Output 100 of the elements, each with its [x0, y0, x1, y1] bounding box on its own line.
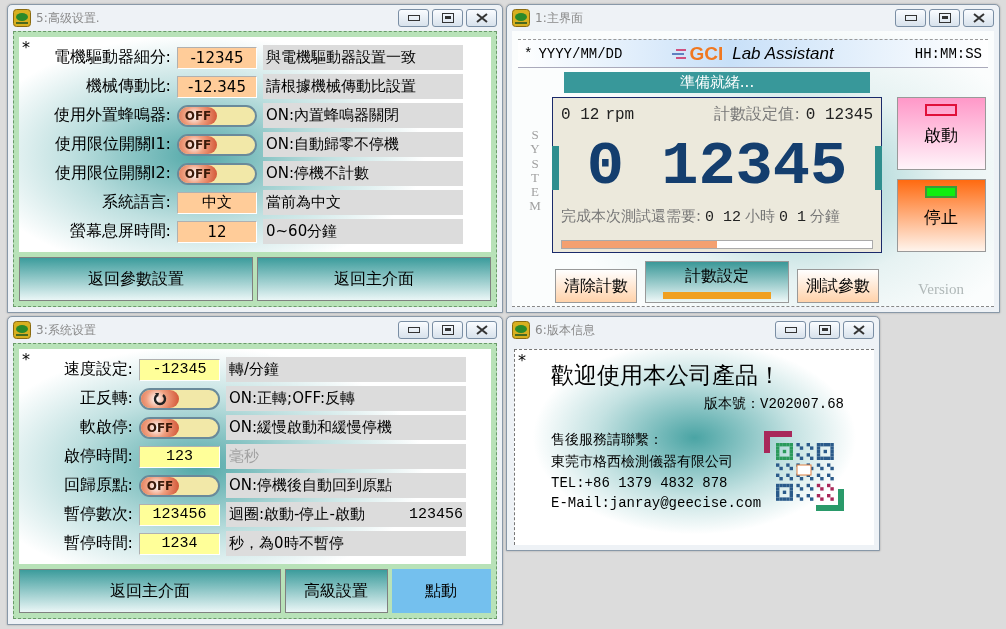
minimize-button[interactable]	[895, 9, 926, 27]
maximize-icon	[818, 325, 831, 335]
version-text: 版本號：V202007.68	[704, 395, 844, 413]
close-button[interactable]	[466, 321, 497, 339]
note-text: 毫秒	[226, 444, 466, 469]
date-text: YYYY/MM/DD	[538, 45, 623, 62]
count-setting-label: 計數設定值:	[714, 104, 800, 125]
minimize-button[interactable]	[775, 321, 806, 339]
rotate-icon	[153, 391, 167, 406]
input-field[interactable]: 中文	[177, 191, 257, 214]
speed-unit: rpm	[605, 106, 635, 124]
note-text: 請根據機械傳動比設置	[263, 74, 463, 99]
note-text: ON:緩慢啟動和緩慢停機	[226, 415, 466, 440]
note-text: ON:正轉;OFF:反轉	[226, 386, 466, 411]
field-label: 電機驅動器細分:	[52, 47, 171, 68]
window-title: 6:版本信息	[535, 321, 595, 339]
count-text: 123456	[409, 506, 463, 523]
field-label: 暫停數次:	[62, 504, 133, 525]
note-text: 轉/分鐘	[226, 357, 466, 382]
field-label: 軟啟停:	[78, 417, 133, 438]
toggle-switch[interactable]	[139, 387, 220, 410]
field-label: 正反轉:	[78, 388, 133, 409]
maximize-button[interactable]	[432, 9, 463, 27]
nav-button[interactable]: 返回主介面	[19, 569, 281, 613]
field-label: 使用限位開關I1:	[53, 134, 171, 155]
minimize-icon	[407, 327, 420, 333]
minutes-value: 0 1	[779, 209, 807, 226]
note-text: ON:內置蜂鳴器關閉	[263, 103, 463, 128]
field-label: 使用外置蜂鳴器:	[52, 105, 171, 126]
close-icon	[972, 13, 985, 23]
field-label: 啟停時間:	[62, 446, 133, 467]
note-text: 當前為中文	[263, 190, 463, 215]
field-label: 螢幕息屏時間:	[68, 221, 171, 242]
toggle-switch[interactable]: OFF	[177, 162, 257, 185]
note-text: ON:自動歸零不停機	[263, 132, 463, 157]
nav-button[interactable]: 返回參數設置	[19, 257, 253, 301]
count-setting-value: 0 12345	[805, 106, 873, 124]
close-icon	[475, 13, 488, 23]
input-field[interactable]: -12345	[177, 46, 257, 69]
count-button[interactable]: 清除計數	[555, 269, 637, 303]
contact-label: 售後服務請聯繫：	[551, 431, 664, 449]
time-text: HH:MM:SS	[914, 45, 982, 62]
note-text: 迴圈:啟動-停止-啟動	[229, 505, 365, 524]
input-field[interactable]: -12345	[139, 358, 220, 381]
note-text: ON:停機後自動回到原點	[226, 473, 466, 498]
count-button[interactable]: 計數設定	[645, 261, 789, 303]
speed-value: 0 12	[561, 106, 600, 124]
status-bar: 準備就緒...	[564, 72, 870, 93]
input-field[interactable]: -12.345	[177, 75, 257, 98]
field-label: 機械傳動比:	[84, 76, 171, 97]
stop-button[interactable]: 停止	[896, 179, 986, 252]
note-text: 秒，為0時不暫停	[226, 531, 466, 556]
window-title: 3:系统设置	[36, 321, 96, 339]
marker-text: *	[22, 38, 30, 57]
start-button[interactable]: 啟動	[896, 97, 986, 170]
welcome-text: 歡迎使用本公司產品！	[551, 361, 782, 390]
hours-unit: 小時	[745, 207, 776, 226]
field-label: 速度設定:	[62, 359, 133, 380]
field-label: 回歸原點:	[62, 475, 133, 496]
input-field[interactable]: 123	[139, 445, 220, 468]
nav-button[interactable]: 點動	[391, 569, 491, 613]
window-title: 5:高级设置.	[36, 9, 100, 27]
phone-text: TEL:+86 1379 4832 878	[551, 475, 729, 491]
marker-text: *	[518, 351, 526, 370]
field-label: 系統語言:	[100, 192, 171, 213]
close-icon	[852, 325, 865, 335]
marker-text: *	[524, 45, 533, 62]
close-button[interactable]	[843, 321, 874, 339]
field-label: 使用限位開關I2:	[53, 163, 171, 184]
nav-button[interactable]: 返回主介面	[257, 257, 491, 301]
app-icon	[512, 9, 530, 27]
company-name: 東莞市格西檢測儀器有限公司	[551, 453, 734, 471]
maximize-button[interactable]	[809, 321, 840, 339]
note-text: 與電機驅動器設置一致	[263, 45, 463, 70]
input-field[interactable]: 12	[177, 220, 257, 243]
remaining-label: 完成本次測試還需要:	[561, 207, 702, 226]
toggle-switch[interactable]: OFF	[139, 416, 220, 439]
app-icon	[13, 321, 31, 339]
toggle-switch[interactable]: OFF	[139, 474, 220, 497]
app-icon	[13, 9, 31, 27]
minimize-button[interactable]	[398, 321, 429, 339]
input-field[interactable]: 1234	[139, 532, 220, 555]
maximize-button[interactable]	[929, 9, 960, 27]
version-label: Version	[918, 281, 964, 298]
minimize-icon	[407, 15, 420, 21]
count-button[interactable]: 測試參數	[797, 269, 879, 303]
minimize-button[interactable]	[398, 9, 429, 27]
stripes-icon	[672, 47, 687, 60]
toggle-switch[interactable]: OFF	[177, 104, 257, 127]
maximize-button[interactable]	[432, 321, 463, 339]
close-button[interactable]	[963, 9, 994, 27]
input-field[interactable]: 123456	[139, 503, 220, 526]
toggle-switch[interactable]: OFF	[177, 133, 257, 156]
nav-button[interactable]: 高級設置	[284, 569, 388, 613]
close-button[interactable]	[466, 9, 497, 27]
minimize-icon	[784, 327, 797, 333]
logo-text: GCI	[689, 42, 724, 65]
close-icon	[475, 325, 488, 335]
app-icon	[512, 321, 530, 339]
hours-value: 0 12	[705, 209, 742, 226]
